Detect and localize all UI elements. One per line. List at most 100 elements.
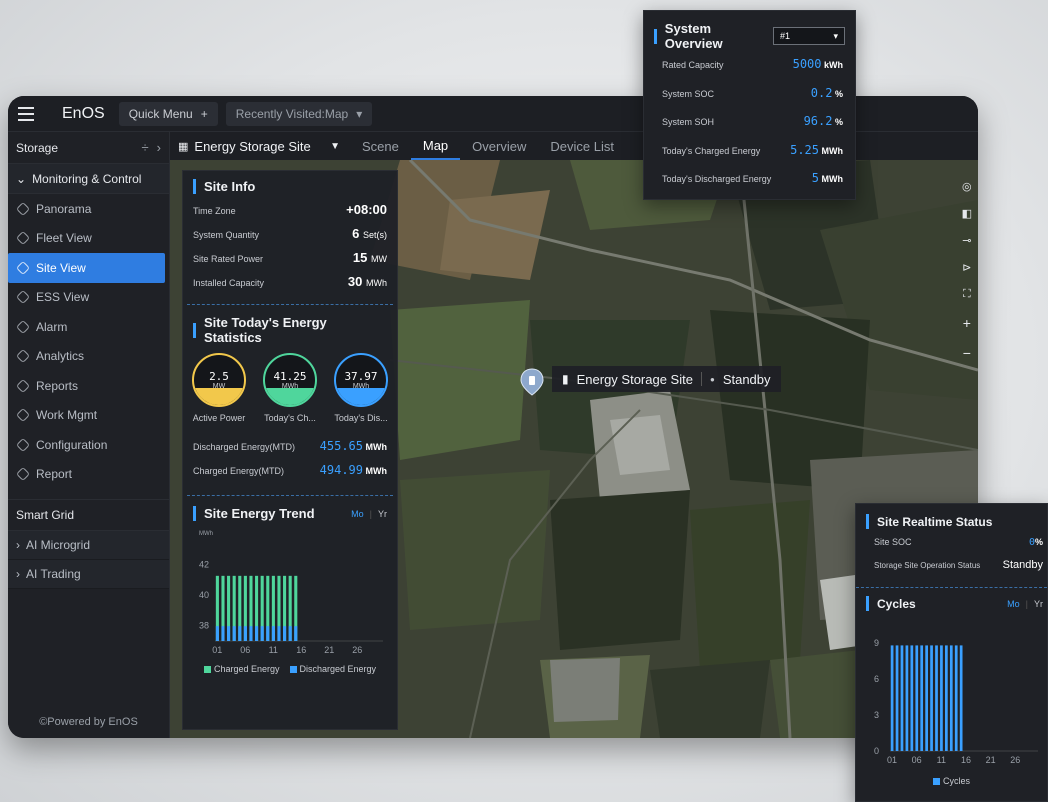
brand-logo: EnOS — [62, 104, 105, 122]
recently-visited-label: Recently Visited:Map — [235, 106, 349, 121]
sidebar-item-configuration[interactable]: Configuration — [8, 430, 169, 460]
site-marker-icon[interactable] — [520, 368, 544, 396]
sidebar-section-monitoring[interactable]: ⌄ Monitoring & Control — [8, 164, 169, 194]
sidebar-item-label: Reports — [36, 378, 79, 393]
sidebar-sub-item-ai-trading[interactable]: › AI Trading — [8, 560, 169, 589]
trend-legend: Charged Energy Discharged Energy — [193, 664, 387, 674]
y-tick-label: 0 — [874, 746, 879, 756]
tab-map[interactable]: Map — [410, 132, 461, 160]
bar-discharged-energy — [243, 626, 247, 641]
bar-cycles — [930, 645, 933, 751]
cycles-title: Cycles — [877, 596, 916, 611]
overview-unit: MWh — [819, 145, 844, 156]
x-tick-label: 01 — [887, 755, 897, 765]
bar-cycles — [905, 645, 909, 751]
sidebar-sub-label: AI Trading — [26, 567, 81, 581]
x-tick-label: 11 — [937, 755, 946, 765]
cycles-header: Cycles Mo | Yr — [856, 596, 1047, 611]
site-info-panel: Site Info Time Zone +08:00 System Quantity… — [182, 170, 398, 730]
menu-icon[interactable] — [8, 96, 44, 132]
smart-grid-label: Smart Grid — [16, 508, 75, 522]
y-tick-label: 3 — [874, 710, 879, 720]
bar-cycles — [890, 645, 894, 751]
section-label: Monitoring & Control — [32, 171, 142, 186]
layers-icon[interactable]: ◧ — [962, 207, 972, 220]
site-info-rows: Time Zone +08:00 System Quantity 6 Set(s) Si… — [193, 202, 387, 298]
soc-unit: % — [1034, 537, 1043, 547]
sidebar-item-panorama[interactable]: Panorama — [8, 194, 169, 224]
fullscreen-icon[interactable]: ⛶ — [963, 288, 971, 301]
x-tick-label: 01 — [212, 645, 222, 655]
soc-row: Site SOC 0% — [856, 537, 1047, 559]
sidebar-sub-item-ai-microgrid[interactable]: › AI Microgrid — [8, 531, 169, 560]
cycles-mo-toggle[interactable]: Mo — [1007, 599, 1020, 609]
overview-row: Today's Charged Energy 5.25 MWh — [644, 143, 855, 172]
bar-discharged-energy — [277, 626, 281, 641]
overview-value-group: 5 MWh — [812, 171, 843, 185]
sidebar-item-alarm[interactable]: Alarm — [8, 312, 169, 342]
sidebar-item-reports[interactable]: Reports — [8, 371, 169, 401]
cube-icon — [15, 437, 31, 452]
tab-overview[interactable]: Overview — [460, 132, 538, 160]
gauge-unit: MWh — [352, 383, 370, 390]
callout-site-name: Energy Storage Site — [576, 371, 693, 387]
bar-cycles — [920, 645, 924, 751]
sidebar-item-site-view[interactable]: Site View — [8, 253, 165, 283]
overview-value-group: 5000 kWh — [793, 57, 843, 71]
gauge-fill — [194, 387, 244, 405]
callout-status: Standby — [722, 371, 771, 387]
sidebar-section-smart-grid[interactable]: Smart Grid — [8, 499, 169, 531]
locate-icon[interactable]: ◎ — [962, 180, 972, 193]
site-callout[interactable]: ▮ Energy Storage Site ● Standby — [552, 366, 781, 392]
y-tick-label: 6 — [874, 674, 879, 684]
overview-unit: MWh — [819, 174, 844, 184]
x-tick-label: 11 — [269, 645, 278, 655]
caret-down-icon: ▼ — [330, 140, 340, 152]
tab-scene[interactable]: Scene — [350, 132, 411, 160]
cycles-yr-toggle[interactable]: Yr — [1034, 599, 1043, 609]
site-info-unit: MWh — [366, 278, 387, 288]
mtd-label: Charged Energy(MTD) — [193, 466, 285, 476]
energy-gauges: 2.5 MW Active Power 41.25 MWh Today's Ch... 37… — [187, 353, 393, 423]
recently-visited-dropdown[interactable]: Recently Visited:Map ▾ — [225, 101, 373, 126]
sidebar-item-analytics[interactable]: Analytics — [8, 342, 169, 372]
share-icon[interactable]: ⊳ — [962, 261, 971, 274]
chevron-right-icon: › — [16, 567, 20, 581]
overview-header: System Overview #1 ▾ — [644, 11, 855, 57]
y-tick-label: 42 — [199, 559, 209, 569]
chevron-right-icon[interactable]: › — [157, 140, 161, 155]
caret-down-icon: ▾ — [356, 106, 363, 121]
site-realtime-card: Site Realtime Status Site SOC 0% Storage… — [855, 503, 1048, 802]
collapse-all-icon[interactable]: ÷ — [142, 140, 149, 155]
site-selector[interactable]: ▦ Energy Storage Site ▼ — [170, 139, 350, 154]
site-info-value: 15 MW — [352, 250, 387, 265]
x-tick-label: 21 — [986, 755, 996, 765]
measure-icon[interactable]: ⊸ — [962, 234, 971, 247]
y-tick-label: 40 — [199, 590, 209, 600]
sidebar-item-fleet-view[interactable]: Fleet View — [8, 224, 169, 254]
system-select[interactable]: #1 ▾ — [773, 27, 845, 45]
sidebar-item-ess-view[interactable]: ESS View — [8, 283, 169, 313]
plus-icon: + — [200, 106, 208, 121]
bar-discharged-energy — [294, 626, 298, 641]
overview-label: System SOC — [662, 88, 715, 99]
quick-menu-label: Quick Menu — [128, 106, 193, 121]
gauge-item: 2.5 MW Active Power — [187, 353, 251, 423]
trend-mo-toggle[interactable]: Mo — [351, 509, 364, 519]
quick-menu-button[interactable]: Quick Menu + — [118, 101, 218, 126]
bar-discharged-energy — [227, 626, 231, 641]
sidebar-item-report[interactable]: Report — [8, 460, 169, 490]
site-info-value: 6 Set(s) — [352, 226, 387, 241]
site-info-row: Installed Capacity 30 MWh — [193, 274, 387, 298]
trend-header: Site Energy Trend Mo | Yr — [193, 506, 387, 521]
zoom-out-icon[interactable]: − — [963, 345, 971, 361]
tab-device-list[interactable]: Device List — [538, 132, 626, 160]
trend-yr-toggle[interactable]: Yr — [378, 509, 387, 519]
bar-cycles — [925, 645, 928, 751]
gauge-value: 41.25 — [273, 370, 307, 383]
sidebar-item-work-mgmt[interactable]: Work Mgmt — [8, 401, 169, 431]
zoom-in-icon[interactable]: + — [963, 315, 971, 331]
trend-title: Site Energy Trend — [204, 506, 315, 521]
x-tick-label: 26 — [1010, 755, 1020, 765]
gauge-value: 37.97 — [344, 370, 378, 383]
